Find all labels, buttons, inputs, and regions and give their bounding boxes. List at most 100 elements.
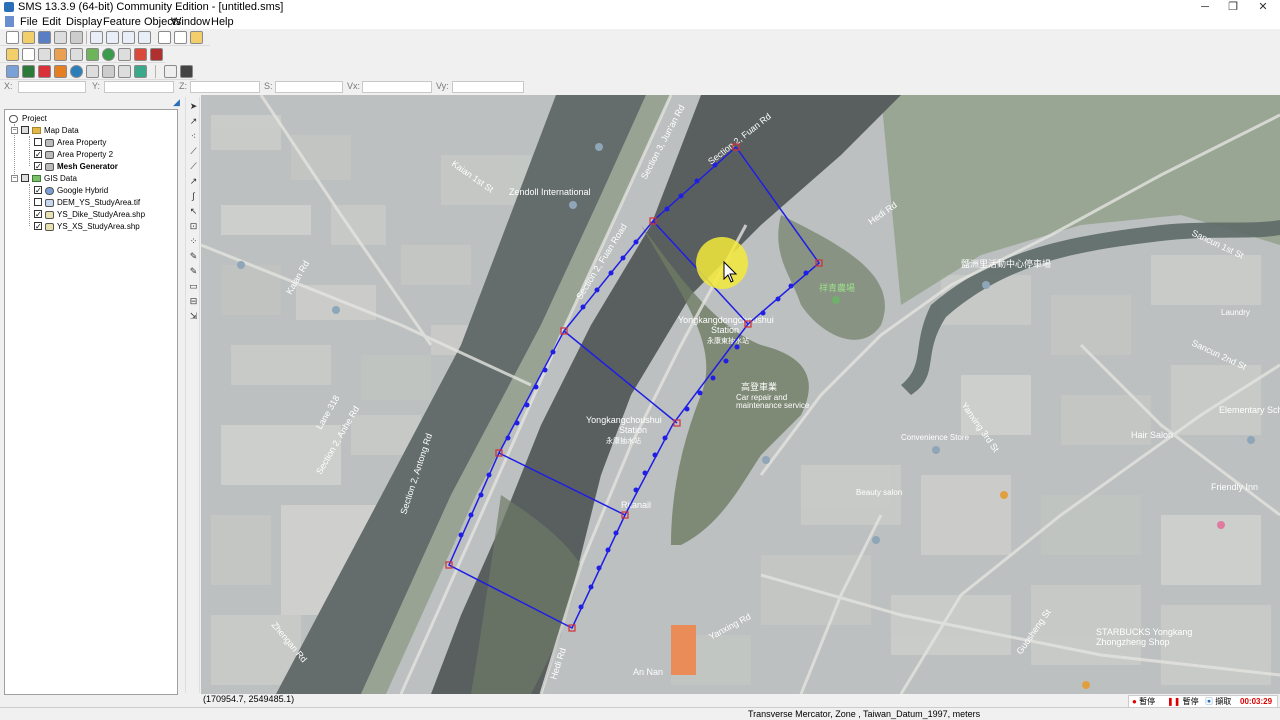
checkbox[interactable] [21, 126, 29, 134]
draw-icon[interactable]: ✎ [188, 266, 199, 277]
zoom-tool-icon[interactable] [174, 31, 187, 44]
checkbox[interactable]: ✓ [34, 186, 42, 195]
checkbox[interactable] [34, 138, 42, 146]
x-field[interactable] [18, 81, 86, 93]
menu-window[interactable]: Window [171, 16, 210, 28]
checkbox[interactable] [21, 174, 29, 182]
create-spline-icon[interactable]: ∫ [188, 191, 199, 202]
select-vertex-icon[interactable]: ⟋ [188, 161, 199, 172]
select-arc-icon[interactable]: ↗ [188, 176, 199, 187]
sphere-icon[interactable] [70, 65, 83, 78]
tree-dem[interactable]: DEM_YS_StudyArea.tif [9, 197, 169, 209]
zoom-box-icon[interactable]: ⊟ [188, 296, 199, 307]
tree-gis-data[interactable]: − GIS Data [9, 173, 169, 185]
delete-icon[interactable] [70, 31, 83, 44]
contour-icon[interactable] [134, 65, 147, 78]
cartesian-icon[interactable] [70, 48, 83, 61]
collapse-icon[interactable]: − [11, 127, 18, 134]
menu-edit[interactable]: Edit [42, 16, 61, 28]
recorder-capture-button[interactable]: ▣ 擷取 [1205, 697, 1231, 707]
document-icon[interactable] [5, 16, 14, 27]
toolbox-icon[interactable] [134, 48, 147, 61]
grid-module-icon[interactable] [54, 48, 67, 61]
measure-icon[interactable]: ⇲ [188, 311, 199, 322]
pan-icon[interactable] [158, 31, 171, 44]
gis-module-icon[interactable] [86, 48, 99, 61]
vy-field[interactable] [452, 81, 524, 93]
frame-icon[interactable] [90, 31, 103, 44]
close-button[interactable]: ✕ [1248, 0, 1278, 15]
map-viewport[interactable]: Section 3, Jun'an Rd Section 2, Fuan Roa… [201, 95, 1280, 694]
status-bar: (170954.7, 2549485.1) [201, 694, 1280, 705]
network-icon[interactable] [86, 65, 99, 78]
checkbox[interactable]: ✓ [34, 210, 42, 219]
refresh-icon[interactable] [138, 31, 151, 44]
recorder-pause-button[interactable]: ● 暫停 [1132, 697, 1155, 707]
save-icon[interactable] [38, 31, 51, 44]
tree-google-hybrid[interactable]: ✓ Google Hybrid [9, 185, 169, 197]
ruler-icon[interactable] [102, 65, 115, 78]
raster-icon[interactable] [38, 65, 51, 78]
pin-icon[interactable]: ◢ [173, 97, 180, 107]
grid-view-icon[interactable] [22, 65, 35, 78]
new-file-icon[interactable] [6, 31, 19, 44]
mesh-module-icon[interactable] [22, 48, 35, 61]
home-icon[interactable] [6, 65, 19, 78]
select-point-icon[interactable]: ⁖ [188, 131, 199, 142]
checkbox[interactable]: ✓ [34, 162, 42, 171]
create-arc-icon[interactable]: ⟋ [188, 146, 199, 157]
y-field[interactable] [104, 81, 174, 93]
tree-mesh-generator-label: Mesh Generator [57, 162, 118, 171]
tree-map-data[interactable]: − Map Data [9, 125, 169, 137]
map-canvas[interactable]: Section 3, Jun'an Rd Section 2, Fuan Roa… [201, 95, 1280, 694]
window-title: SMS 13.3.9 (64-bit) Community Edition - … [18, 1, 284, 13]
s-field[interactable] [275, 81, 343, 93]
map-module-icon[interactable] [6, 48, 19, 61]
scatter-module-icon[interactable] [38, 48, 51, 61]
tree-area-property[interactable]: Area Property [9, 137, 169, 149]
menu-file[interactable]: File [20, 16, 38, 28]
sun-icon[interactable] [54, 65, 67, 78]
tree-dike[interactable]: ✓ YS_Dike_StudyArea.shp [9, 209, 169, 221]
create-feature-point-icon[interactable]: ⁘ [188, 236, 199, 247]
projection-bar: Transverse Mercator, Zone , Taiwan_Datum… [0, 707, 1280, 720]
station-label: Station [711, 325, 739, 335]
tree-mesh-generator[interactable]: ✓ Mesh Generator [9, 161, 169, 173]
gis-folder-icon [32, 175, 41, 182]
recorder-stop-button[interactable]: ❚❚ 暫停 [1167, 697, 1199, 707]
rotate-icon[interactable] [190, 31, 203, 44]
display-options-icon[interactable] [122, 31, 135, 44]
checkbox[interactable]: ✓ [34, 222, 42, 231]
tree-dike-label: YS_Dike_StudyArea.shp [57, 210, 146, 219]
checkbox[interactable] [34, 198, 42, 206]
menu-feature-objects[interactable]: Feature Objects [103, 16, 181, 28]
coverage-icon [45, 163, 54, 171]
particle-icon[interactable] [118, 48, 131, 61]
import-icon[interactable] [164, 65, 177, 78]
menu-display[interactable]: Display [66, 16, 102, 28]
checkbox[interactable]: ✓ [34, 150, 42, 159]
rectangle-icon[interactable]: ▭ [188, 281, 199, 292]
print-icon[interactable] [54, 31, 67, 44]
collapse-icon[interactable]: − [11, 175, 18, 182]
minimize-button[interactable]: ─ [1190, 0, 1220, 15]
z-field[interactable] [190, 81, 260, 93]
tree-area-property-2[interactable]: ✓ Area Property 2 [9, 149, 169, 161]
vx-field[interactable] [362, 81, 432, 93]
open-file-icon[interactable] [22, 31, 35, 44]
menu-help[interactable]: Help [211, 16, 234, 28]
select-feature-icon[interactable]: ↗ [188, 116, 199, 127]
briefcase-icon[interactable] [150, 48, 163, 61]
zoom-icon[interactable] [106, 31, 119, 44]
select-arrow-icon[interactable]: ➤ [188, 101, 199, 112]
globe-icon[interactable] [102, 48, 115, 61]
select-arc-group-icon[interactable]: ⊡ [188, 221, 199, 232]
export-icon[interactable] [180, 65, 193, 78]
vx-label: Vx: [347, 81, 361, 91]
link-icon[interactable] [118, 65, 131, 78]
select-polygon-icon[interactable]: ↖ [188, 206, 199, 217]
pencil-icon[interactable]: ✎ [188, 251, 199, 262]
tree-area-property-label: Area Property [57, 138, 107, 147]
maximize-button[interactable]: ❐ [1218, 0, 1248, 15]
tree-xs[interactable]: ✓ YS_XS_StudyArea.shp [9, 221, 169, 233]
